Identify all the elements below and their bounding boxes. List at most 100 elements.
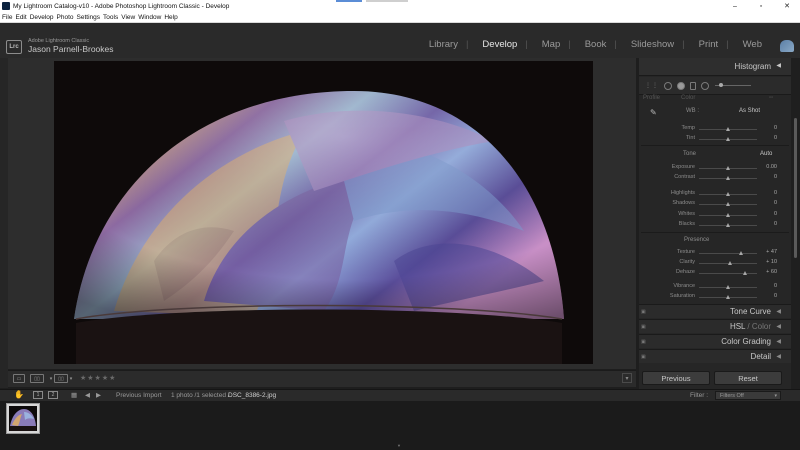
menu-photo[interactable]: Photo <box>57 14 74 21</box>
flag-icon[interactable]: ▯▯ <box>54 374 68 383</box>
slider-track[interactable] <box>699 253 757 254</box>
menu-window[interactable]: Window <box>138 14 161 21</box>
wb-value[interactable]: As Shot <box>739 108 760 114</box>
slider-tint[interactable]: Tint 0 <box>641 135 781 143</box>
menu-view[interactable]: View <box>121 14 135 21</box>
slider-contrast[interactable]: Contrast 0 <box>641 174 781 182</box>
lightroom-cloud-icon[interactable] <box>780 40 794 52</box>
slider-whites[interactable]: Whites 0 <box>641 211 781 219</box>
profile-browser-icon[interactable]: ▫▫ <box>769 95 773 101</box>
loupe-view-icon[interactable]: ▭ <box>13 374 25 383</box>
red-eye-icon[interactable] <box>690 81 696 90</box>
minimize-button[interactable]: – <box>722 0 748 12</box>
slider-texture[interactable]: Texture + 47 <box>641 249 781 257</box>
forward-arrow-icon[interactable]: ▶ <box>96 391 101 399</box>
slider-knob[interactable] <box>725 201 730 206</box>
slider-knob[interactable] <box>728 260 733 265</box>
collapse-arrow-icon[interactable]: ◀ <box>776 62 781 69</box>
slider-vibrance[interactable]: Vibrance 0 <box>641 283 781 291</box>
histogram-header[interactable]: Histogram ◀ <box>639 58 791 76</box>
slider-value[interactable]: 0 <box>774 211 777 217</box>
slider-value[interactable]: 0 <box>774 293 777 299</box>
left-panel-collapsed[interactable] <box>0 58 8 388</box>
panel-color-grading[interactable]: ▣ Color Grading ◀ <box>639 334 791 348</box>
slider-track[interactable] <box>699 273 757 274</box>
slider-value[interactable]: 0 <box>774 283 777 289</box>
module-print[interactable]: Print <box>699 39 719 50</box>
slider-value[interactable]: 0.00 <box>766 164 777 170</box>
screen-1-button[interactable]: 1 <box>33 391 43 399</box>
previous-button[interactable]: Previous <box>642 371 710 385</box>
slider-exposure[interactable]: Exposure 0.00 <box>641 164 781 172</box>
slider-knob[interactable] <box>725 294 730 299</box>
slider-knob[interactable] <box>725 126 730 131</box>
slider-value[interactable]: 0 <box>774 174 777 180</box>
menu-edit[interactable]: Edit <box>15 14 26 21</box>
slider-highlights[interactable]: Highlights 0 <box>641 190 781 198</box>
slider-value[interactable]: 0 <box>774 190 777 196</box>
slider-blacks[interactable]: Blacks 0 <box>641 221 781 229</box>
white-balance-eyedropper-icon[interactable]: ✎ <box>650 108 659 117</box>
filter-dropdown[interactable]: Filters Off ▾ <box>715 391 781 400</box>
filmstrip-toggle-icon[interactable]: ▼ <box>397 443 401 448</box>
expand-arrow-icon[interactable]: ◀ <box>776 353 781 360</box>
before-after-icon[interactable]: ▯▯ <box>30 374 44 383</box>
menu-tools[interactable]: Tools <box>103 14 118 21</box>
slider-temp[interactable]: Temp 0 <box>641 125 781 133</box>
crop-tool-icon[interactable] <box>664 81 672 90</box>
panel-tone-curve[interactable]: ▣ Tone Curve ◀ <box>639 304 791 318</box>
color-label[interactable]: / Color <box>745 322 771 331</box>
masking-icon[interactable] <box>701 81 709 90</box>
slider-value[interactable]: 0 <box>774 125 777 131</box>
panel-switch-icon[interactable]: ▣ <box>641 309 646 315</box>
profile-value[interactable]: Color <box>681 95 695 101</box>
hsl-label[interactable]: HSL <box>730 322 745 331</box>
slider-knob[interactable] <box>725 222 730 227</box>
menu-help[interactable]: Help <box>164 14 177 21</box>
user-name[interactable]: Jason Parnell-Brookes <box>28 44 114 54</box>
star-rating[interactable]: ★★★★★ <box>80 374 116 382</box>
slider-knob[interactable] <box>725 136 730 141</box>
slider-value[interactable]: + 60 <box>766 269 777 275</box>
spot-removal-icon[interactable] <box>677 81 685 90</box>
slider-clarity[interactable]: Clarity + 10 <box>641 259 781 267</box>
panel-detail[interactable]: ▣ Detail ◀ <box>639 349 791 363</box>
slider-knob[interactable] <box>725 191 730 196</box>
reset-button[interactable]: Reset <box>714 371 782 385</box>
auto-tone-button[interactable]: Auto <box>760 151 772 157</box>
dropdown-caret-icon[interactable]: ▾ <box>68 374 74 383</box>
scrollbar-thumb[interactable] <box>794 118 797 258</box>
module-develop[interactable]: Develop <box>482 39 517 50</box>
maximize-button[interactable]: ▫ <box>748 0 774 12</box>
slider-value[interactable]: 0 <box>774 135 777 141</box>
secondary-display-icon[interactable]: ✋ <box>14 390 24 399</box>
expand-arrow-icon[interactable]: ◀ <box>776 338 781 345</box>
toolbar-menu-icon[interactable]: ▾ <box>622 373 632 383</box>
slider-value[interactable]: + 47 <box>766 249 777 255</box>
filmstrip-thumbnail[interactable] <box>6 403 40 434</box>
slider-saturation[interactable]: Saturation 0 <box>641 293 781 301</box>
slider-knob[interactable] <box>725 165 730 170</box>
back-arrow-icon[interactable]: ◀ <box>85 391 90 399</box>
menu-settings[interactable]: Settings <box>77 14 101 21</box>
slider-value[interactable]: + 10 <box>766 259 777 265</box>
screen-2-button[interactable]: 2 <box>48 391 58 399</box>
slider-knob[interactable] <box>725 175 730 180</box>
module-library[interactable]: Library <box>429 39 458 50</box>
panel-switch-icon[interactable]: ▣ <box>641 339 646 345</box>
source-label[interactable]: Previous Import <box>116 392 162 399</box>
right-panel-scrollbar[interactable] <box>791 58 800 389</box>
menu-file[interactable]: File <box>2 14 12 21</box>
panel-switch-icon[interactable]: ▣ <box>641 354 646 360</box>
module-slideshow[interactable]: Slideshow <box>631 39 674 50</box>
slider-shadows[interactable]: Shadows 0 <box>641 200 781 208</box>
close-button[interactable]: ✕ <box>774 0 800 12</box>
panel-switch-icon[interactable]: ▣ <box>641 324 646 330</box>
expand-arrow-icon[interactable]: ◀ <box>776 308 781 315</box>
slider-dehaze[interactable]: Dehaze + 60 <box>641 269 781 277</box>
expand-arrow-icon[interactable]: ◀ <box>776 323 781 330</box>
slider-value[interactable]: 0 <box>774 221 777 227</box>
slider-knob[interactable] <box>725 284 730 289</box>
slider-value[interactable]: 0 <box>774 200 777 206</box>
module-web[interactable]: Web <box>743 39 762 50</box>
